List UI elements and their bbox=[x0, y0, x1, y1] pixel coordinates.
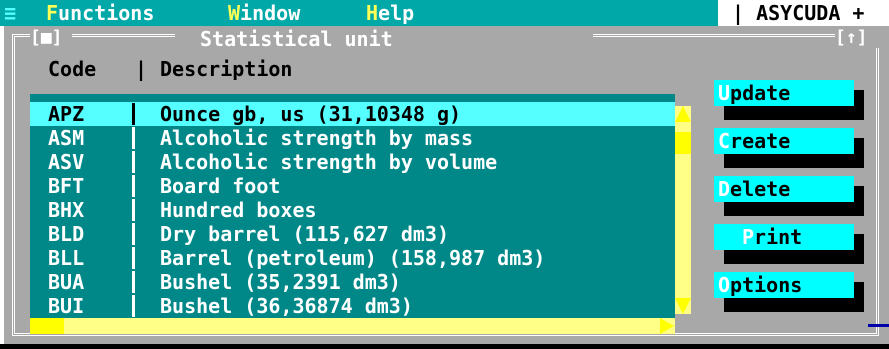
row-description: Bushel (36,36874 dm3) bbox=[160, 294, 413, 318]
window-title: Statistical unit bbox=[200, 27, 393, 51]
update-button[interactable]: Update bbox=[714, 80, 854, 106]
system-menu-icon[interactable]: ≡ bbox=[4, 2, 16, 24]
delete-button[interactable]: Delete bbox=[714, 176, 854, 202]
row-description: Alcoholic strength by mass bbox=[160, 126, 474, 150]
row-code: BHX bbox=[48, 198, 85, 222]
row-code: BLD bbox=[48, 222, 85, 246]
row-code: BFT bbox=[48, 174, 85, 198]
hotkey: H bbox=[366, 1, 379, 25]
list-item[interactable]: BFT Board foot bbox=[30, 174, 675, 198]
row-description: Board foot bbox=[160, 174, 281, 198]
row-code: BLL bbox=[48, 246, 85, 270]
row-separator bbox=[132, 295, 135, 317]
row-code: ASV bbox=[48, 150, 85, 174]
list-item[interactable]: BUI Bushel (36,36874 dm3) bbox=[30, 294, 675, 318]
row-description: Bushel (35,2391 dm3) bbox=[160, 270, 401, 294]
row-separator bbox=[132, 271, 135, 293]
list-item[interactable]: BLD Dry barrel (115,627 dm3) bbox=[30, 222, 675, 246]
row-separator bbox=[132, 151, 135, 173]
list-item[interactable]: BUA Bushel (35,2391 dm3) bbox=[30, 270, 675, 294]
button-label: reate bbox=[730, 129, 791, 153]
menu-label: elp bbox=[378, 1, 415, 25]
list-item[interactable]: APZ Ounce gb, us (31,10348 g) bbox=[30, 102, 675, 126]
unit-list[interactable]: APZ Ounce gb, us (31,10348 g) ASM Alcoholi… bbox=[30, 94, 675, 326]
window-edge-mark bbox=[868, 324, 889, 327]
hotkey: W bbox=[228, 1, 241, 25]
close-icon[interactable]: [■] bbox=[30, 28, 63, 48]
menu-help[interactable]: Help bbox=[366, 2, 414, 24]
row-description: Ounce gb, us (31,10348 g) bbox=[160, 102, 462, 126]
row-description: Alcoholic strength by volume bbox=[160, 150, 498, 174]
list-item[interactable]: ASM Alcoholic strength by mass bbox=[30, 126, 675, 150]
horizontal-scrollbar[interactable] bbox=[30, 318, 675, 334]
menu-label: indow bbox=[240, 1, 301, 25]
row-separator bbox=[132, 175, 135, 197]
row-separator bbox=[132, 103, 135, 125]
hotkey: C bbox=[718, 129, 731, 153]
menu-functions[interactable]: Functions bbox=[46, 2, 154, 24]
row-separator bbox=[132, 223, 135, 245]
button-label: ptions bbox=[730, 273, 803, 297]
hotkey: D bbox=[718, 177, 731, 201]
list-item[interactable]: BLL Barrel (petroleum) (158,987 dm3) bbox=[30, 246, 675, 270]
zoom-icon[interactable]: [↑] bbox=[835, 28, 868, 48]
hotkey: F bbox=[46, 1, 59, 25]
list-item[interactable]: ASV Alcoholic strength by volume bbox=[30, 150, 675, 174]
row-code: BUI bbox=[48, 294, 85, 318]
print-button[interactable]: Print bbox=[714, 224, 854, 250]
row-description: Barrel (petroleum) (158,987 dm3) bbox=[160, 246, 546, 270]
app-title: | ASYCUDA + bbox=[732, 1, 865, 25]
list-item[interactable]: BHX Hundred boxes bbox=[30, 198, 675, 222]
row-separator bbox=[132, 199, 135, 221]
button-label: pdate bbox=[730, 81, 791, 105]
button-label: elete bbox=[730, 177, 791, 201]
column-header-description: Description bbox=[160, 57, 293, 81]
vertical-scroll-thumb[interactable] bbox=[675, 132, 691, 154]
button-label: rint bbox=[754, 225, 803, 249]
row-code: APZ bbox=[48, 102, 85, 126]
row-separator bbox=[132, 247, 135, 269]
options-button[interactable]: Options bbox=[714, 272, 854, 298]
menu-window[interactable]: Window bbox=[228, 2, 300, 24]
menu-label: unctions bbox=[58, 1, 155, 25]
hotkey: O bbox=[718, 273, 731, 297]
hotkey: P bbox=[742, 225, 755, 249]
row-code: BUA bbox=[48, 270, 85, 294]
row-description: Dry barrel (115,627 dm3) bbox=[160, 222, 449, 246]
hotkey: U bbox=[718, 81, 731, 105]
column-header-separator: | bbox=[135, 57, 148, 81]
row-separator bbox=[132, 127, 135, 149]
column-header-code: Code bbox=[48, 57, 97, 81]
create-button[interactable]: Create bbox=[714, 128, 854, 154]
row-description: Hundred boxes bbox=[160, 198, 317, 222]
row-code: ASM bbox=[48, 126, 85, 150]
screen-bottom-strip bbox=[0, 344, 889, 349]
